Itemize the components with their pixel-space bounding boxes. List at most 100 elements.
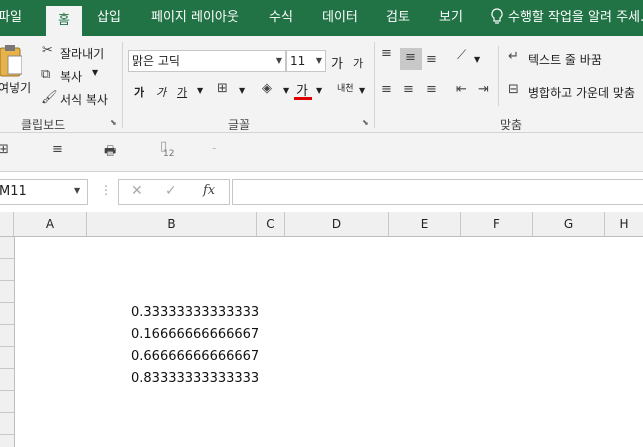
column-header-h[interactable]: H bbox=[605, 212, 643, 236]
paste-button[interactable]: 여넣기 bbox=[0, 79, 31, 96]
column-header-c[interactable]: C bbox=[257, 212, 285, 236]
cut-button[interactable]: 잘라내기 bbox=[60, 45, 104, 62]
scissors-icon: ✂ bbox=[42, 43, 53, 58]
qat-more-icon[interactable]: ‐ bbox=[212, 141, 216, 155]
enter-icon[interactable]: ✓ bbox=[165, 183, 177, 199]
formula-input[interactable] bbox=[232, 179, 643, 205]
align-top-icon[interactable]: ≡ bbox=[381, 46, 392, 61]
chevron-down-icon: ▼ bbox=[275, 56, 282, 65]
increase-indent-icon[interactable]: ⇥ bbox=[478, 82, 489, 97]
cell-b5[interactable]: 0.16666666666667 bbox=[131, 327, 259, 342]
chevron-down-icon: ▼ bbox=[315, 56, 322, 65]
grow-font-button[interactable]: 가 bbox=[331, 53, 343, 72]
cell-b4[interactable]: 0.33333333333333 bbox=[131, 305, 259, 320]
align-lines-icon[interactable]: ≡ bbox=[52, 142, 63, 157]
wrap-text-icon: ↵ bbox=[508, 49, 519, 64]
orientation-icon[interactable]: ⟋ bbox=[457, 48, 466, 63]
ribbon: 여넣기 ✂ 잘라내기 ⧉ 복사 ▼ 🖌 서식 복사 클립보드 ⬊ 맑은 고딕 ▼… bbox=[0, 36, 643, 133]
row-divider bbox=[0, 302, 14, 303]
font-size-select[interactable]: 11 ▼ bbox=[286, 50, 326, 72]
divider bbox=[374, 42, 375, 128]
copy-button[interactable]: 복사 bbox=[60, 68, 82, 85]
quick-access-toolbar: ⊞ ≡ 🖶 ▯ 12 ‐ bbox=[0, 133, 643, 172]
alignment-group-label: 맞춤 bbox=[500, 118, 523, 132]
tell-me-icon bbox=[491, 0, 503, 36]
column-header-g[interactable]: G bbox=[533, 212, 605, 236]
name-box-value: M11 bbox=[0, 184, 27, 199]
font-color-bar bbox=[294, 97, 312, 100]
align-middle-button[interactable]: ≡ bbox=[400, 48, 422, 70]
tab-file[interactable]: 파일 bbox=[0, 0, 22, 36]
format-painter-button[interactable]: 서식 복사 bbox=[60, 91, 108, 108]
row-header-bar[interactable] bbox=[0, 237, 15, 447]
column-header-a[interactable]: A bbox=[14, 212, 87, 236]
column-header-bar: A B C D E F G H bbox=[0, 212, 643, 237]
divider bbox=[122, 42, 123, 128]
tab-data[interactable]: 데이터 bbox=[322, 0, 358, 36]
align-middle-icon: ≡ bbox=[405, 50, 416, 65]
bold-button[interactable]: 가 bbox=[134, 84, 144, 100]
name-box[interactable]: M11 ▼ bbox=[0, 179, 88, 205]
font-name-select[interactable]: 맑은 고딕 ▼ bbox=[128, 50, 286, 72]
print-preview-icon[interactable]: 🖶 bbox=[104, 142, 116, 164]
row-divider bbox=[0, 258, 14, 259]
cell-b6[interactable]: 0.66666666666667 bbox=[131, 349, 259, 364]
font-group-label: 글꼴 bbox=[228, 118, 251, 132]
divider bbox=[498, 46, 499, 106]
fill-color-icon[interactable]: ◈ bbox=[262, 81, 272, 96]
underline-dropdown-chevron-icon[interactable]: ▼ bbox=[197, 86, 203, 95]
row-divider bbox=[0, 346, 14, 347]
wrap-text-button[interactable]: 텍스트 줄 바꿈 bbox=[528, 51, 602, 68]
column-header-f[interactable]: F bbox=[461, 212, 533, 236]
align-left-icon[interactable]: ≡ bbox=[381, 82, 392, 97]
table-icon[interactable]: ⊞ bbox=[0, 142, 9, 157]
align-right-icon[interactable]: ≡ bbox=[426, 82, 437, 97]
row-divider bbox=[0, 434, 14, 435]
borders-dropdown-chevron-icon[interactable]: ▼ bbox=[239, 86, 245, 95]
align-bottom-icon[interactable]: ≡ bbox=[426, 52, 437, 67]
merge-center-button[interactable]: 병합하고 가운데 맞춤 bbox=[528, 84, 635, 101]
fill-dropdown-chevron-icon[interactable]: ▼ bbox=[283, 86, 289, 95]
font-color-dropdown-chevron-icon[interactable]: ▼ bbox=[316, 86, 322, 95]
column-header-b[interactable]: B bbox=[87, 212, 257, 236]
tab-page-layout[interactable]: 페이지 레이아웃 bbox=[151, 0, 239, 36]
orientation-dropdown-chevron-icon[interactable]: ▼ bbox=[474, 55, 480, 64]
align-center-icon[interactable]: ≡ bbox=[403, 82, 414, 97]
clipboard-launcher-icon[interactable]: ⬊ bbox=[110, 118, 117, 127]
italic-button[interactable]: 가 bbox=[156, 84, 166, 100]
row-divider bbox=[0, 390, 14, 391]
paste-icon[interactable] bbox=[0, 44, 23, 78]
column-header-e[interactable]: E bbox=[389, 212, 461, 236]
decrease-indent-icon[interactable]: ⇤ bbox=[456, 82, 467, 97]
formula-row: M11 ▼ ⋮ ✕ ✓ fx bbox=[0, 172, 643, 213]
tab-review[interactable]: 검토 bbox=[386, 0, 410, 36]
underline-button[interactable]: 가 bbox=[177, 84, 187, 100]
copy-icon: ⧉ bbox=[41, 67, 51, 82]
font-launcher-icon[interactable]: ⬊ bbox=[362, 118, 369, 127]
shrink-font-button[interactable]: 가 bbox=[353, 55, 363, 71]
column-header-d[interactable]: D bbox=[285, 212, 389, 236]
borders-icon[interactable]: ⊞ bbox=[217, 81, 228, 96]
tab-home[interactable]: 홈 bbox=[46, 6, 82, 36]
chevron-down-icon: ▼ bbox=[74, 186, 81, 195]
phonetic-button[interactable]: 내천 bbox=[337, 81, 354, 94]
insert-function-button[interactable]: fx bbox=[203, 183, 215, 198]
tab-insert[interactable]: 삽입 bbox=[97, 0, 121, 36]
row-divider bbox=[0, 324, 14, 325]
tell-me-search[interactable]: 수행할 작업을 알려 주세... bbox=[508, 0, 643, 36]
qat-badge: 12 bbox=[163, 149, 175, 159]
tab-formulas[interactable]: 수식 bbox=[269, 0, 293, 36]
clipboard-group-label: 클립보드 bbox=[21, 118, 66, 132]
cell-b7[interactable]: 0.83333333333333 bbox=[131, 371, 259, 386]
font-name-value: 맑은 고딕 bbox=[132, 54, 180, 68]
formula-buttons: ✕ ✓ fx bbox=[118, 179, 230, 205]
copy-dropdown-chevron-icon[interactable]: ▼ bbox=[92, 68, 98, 77]
merge-center-icon: ⊟ bbox=[508, 82, 519, 97]
format-painter-icon: 🖌 bbox=[41, 90, 58, 105]
cancel-icon[interactable]: ✕ bbox=[131, 183, 143, 199]
tab-view[interactable]: 보기 bbox=[439, 0, 463, 36]
phonetic-dropdown-chevron-icon[interactable]: ▼ bbox=[359, 86, 365, 95]
select-all-corner[interactable] bbox=[0, 212, 14, 236]
drag-handle-icon[interactable]: ⋮ bbox=[100, 183, 112, 197]
font-size-value: 11 bbox=[290, 54, 306, 68]
